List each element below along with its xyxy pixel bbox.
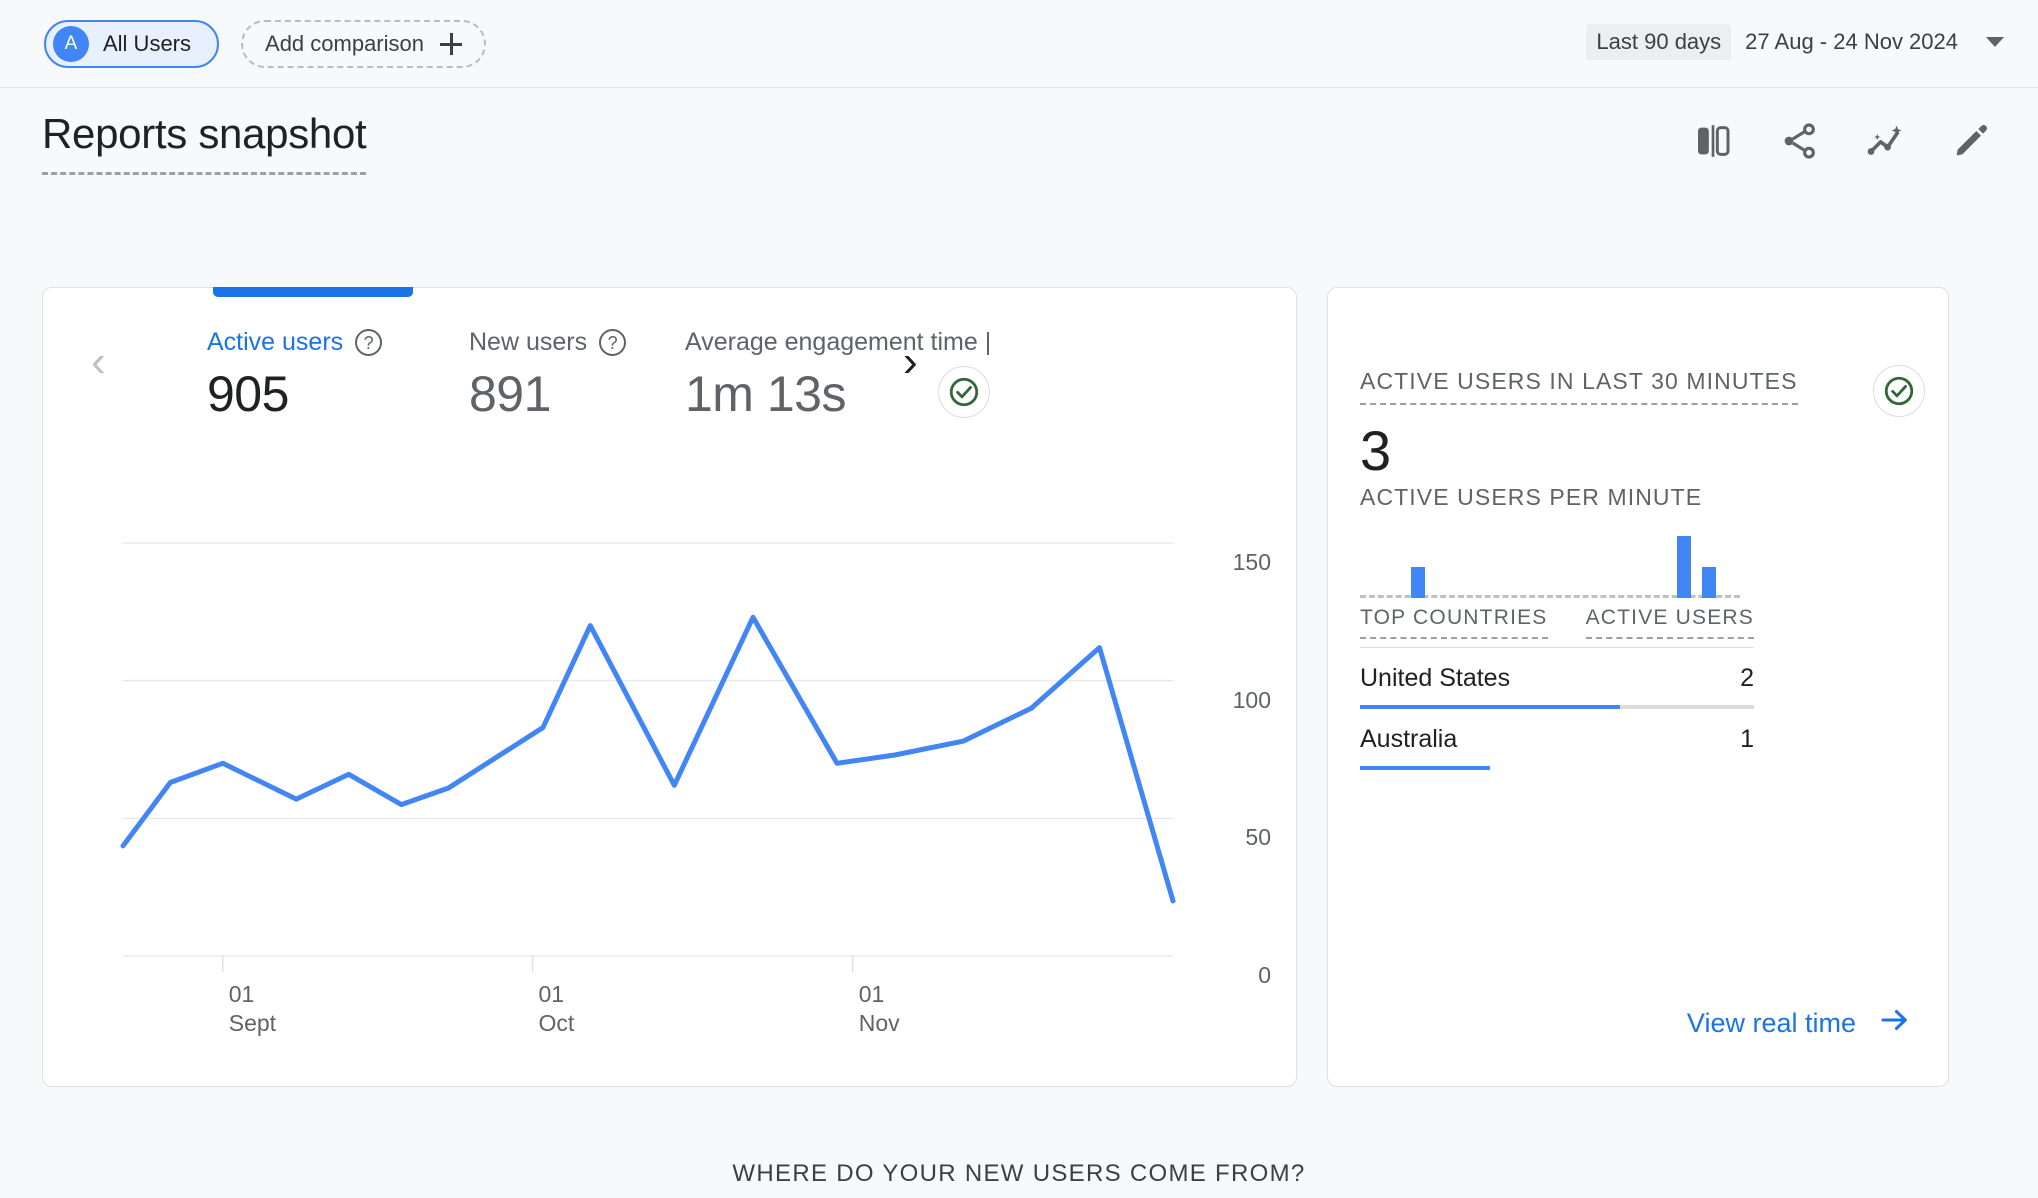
metric-value: 905 — [207, 366, 289, 422]
metric-label: Average engagement time | — [685, 328, 992, 356]
x-axis-label-oct: 01 Oct — [538, 981, 575, 1036]
y-axis-label-150: 150 — [1232, 549, 1271, 575]
view-real-time-link[interactable]: View real time — [1687, 1003, 1912, 1044]
top-bar: A All Users Add comparison Last 90 days … — [0, 0, 2038, 88]
y-axis-label-100: 100 — [1232, 686, 1271, 713]
active-metric-indicator — [213, 287, 413, 297]
chevron-down-icon — [1986, 37, 2004, 47]
metric-value: 891 — [469, 366, 551, 422]
date-range-selector[interactable]: Last 90 days 27 Aug - 24 Nov 2024 — [1586, 24, 2004, 60]
row-bar-fill — [1360, 766, 1491, 770]
metric-label: New users — [469, 328, 588, 356]
help-icon[interactable]: ? — [355, 329, 383, 356]
all-users-chip[interactable]: A All Users — [44, 20, 220, 68]
realtime-heading: ACTIVE USERS IN LAST 30 MINUTES — [1360, 368, 1798, 405]
date-range-preset: Last 90 days — [1586, 24, 1732, 60]
chart-canvas — [120, 542, 1176, 972]
country-name: United States — [1360, 664, 1511, 692]
per-minute-bar — [1676, 536, 1691, 598]
realtime-active-users-value: 3 — [1360, 419, 1391, 482]
per-minute-bar — [1410, 567, 1425, 598]
country-active-users: 2 — [1740, 664, 1754, 692]
report-toolbar — [1690, 118, 1994, 164]
per-minute-bar — [1702, 567, 1716, 598]
table-row[interactable]: United States 2 — [1360, 648, 1754, 709]
column-header-country: TOP COUNTRIES — [1360, 606, 1548, 639]
metric-tabs: Active users ? 905 New users ? 891 Avera… — [43, 328, 1296, 488]
all-users-label: All Users — [103, 31, 192, 56]
data-quality-check-icon[interactable] — [938, 366, 990, 418]
y-axis-label-50: 50 — [1245, 824, 1271, 851]
column-header-active-users: ACTIVE USERS — [1585, 606, 1754, 639]
table-header: TOP COUNTRIES ACTIVE USERS — [1360, 606, 1754, 639]
realtime-card: ACTIVE USERS IN LAST 30 MINUTES 3 ACTIVE… — [1327, 287, 1949, 1087]
row-bar-track — [1360, 766, 1754, 770]
country-active-users: 1 — [1740, 725, 1754, 753]
avatar: A — [53, 26, 89, 62]
date-range-dates: 27 Aug - 24 Nov 2024 — [1745, 29, 1958, 54]
reports-snapshot-page: A All Users Add comparison Last 90 days … — [0, 0, 2038, 1198]
x-axis-label-nov: 01 Nov — [858, 981, 900, 1036]
arrow-right-icon — [1878, 1003, 1912, 1044]
plus-icon — [440, 33, 462, 55]
comparison-chips: A All Users Add comparison — [44, 20, 486, 68]
active-users-per-minute-label: ACTIVE USERS PER MINUTE — [1360, 484, 1703, 510]
view-real-time-label: View real time — [1686, 1008, 1856, 1038]
x-axis-label-sept: 01 Sept — [228, 981, 277, 1036]
help-icon[interactable]: ? — [599, 329, 627, 356]
overview-card: ‹ › Active users ? 905 New users ? 891 A… — [42, 287, 1297, 1087]
edit-pencil-icon[interactable] — [1948, 118, 1994, 164]
add-comparison-button[interactable]: Add comparison — [241, 20, 486, 68]
data-quality-check-icon[interactable] — [1873, 365, 1925, 417]
title-row: Reports snapshot — [0, 110, 2038, 200]
add-comparison-label: Add comparison — [265, 31, 424, 56]
active-users-per-minute-chart[interactable] — [1360, 528, 1740, 598]
active-users-line-chart[interactable]: 150 100 50 0 01 Sept 01 Oct 01 Nov — [83, 488, 1271, 1048]
metric-tab-active-users[interactable]: Active users ? 905 — [207, 328, 383, 423]
metric-label: Active users — [207, 328, 344, 356]
top-countries-table: TOP COUNTRIES ACTIVE USERS United States… — [1360, 606, 1754, 770]
share-icon[interactable] — [1776, 118, 1822, 164]
country-name: Australia — [1360, 725, 1458, 753]
y-axis-label-0: 0 — [1258, 962, 1271, 988]
metric-tab-new-users[interactable]: New users ? 891 — [469, 328, 627, 423]
compare-view-icon[interactable] — [1690, 118, 1736, 164]
insights-icon[interactable] — [1862, 118, 1908, 164]
table-row[interactable]: Australia 1 — [1360, 709, 1754, 770]
page-title: Reports snapshot — [42, 110, 367, 175]
section-heading-new-users-source: WHERE DO YOUR NEW USERS COME FROM? — [732, 1160, 1306, 1187]
